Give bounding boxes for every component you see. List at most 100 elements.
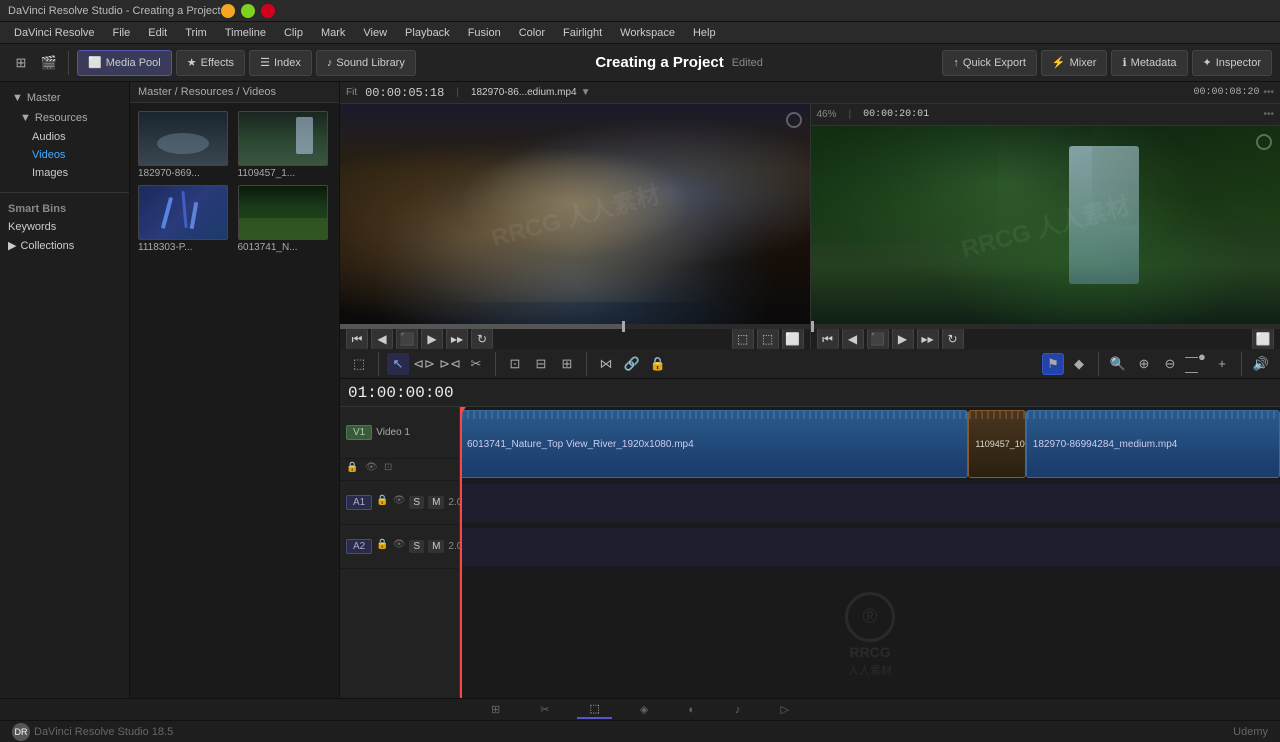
source-play-btn[interactable]: ▶ <box>421 328 443 350</box>
trim-tool-btn[interactable]: ⊲⊳ <box>413 353 435 375</box>
link-btn[interactable]: 🔗 <box>621 353 643 375</box>
tab-media[interactable]: ⊞ <box>479 701 512 718</box>
zoom-in-btn[interactable]: ⊕ <box>1133 353 1155 375</box>
menu-fusion[interactable]: Fusion <box>460 25 509 41</box>
tab-fairlight[interactable]: ♪ <box>723 702 753 718</box>
source-loop-btn[interactable]: ↻ <box>471 328 493 350</box>
source-next-frame-btn[interactable]: ▶▶ <box>446 328 468 350</box>
a2-eye-btn[interactable]: 👁 <box>393 539 406 555</box>
source-more-btn[interactable]: ••• <box>1263 87 1274 98</box>
menu-file[interactable]: File <box>105 25 139 41</box>
a1-m-btn[interactable]: M <box>428 496 444 509</box>
menu-davinci[interactable]: DaVinci Resolve <box>6 25 103 41</box>
media-thumb-2[interactable]: 1109457_1... <box>238 111 332 179</box>
tab-edit[interactable]: ⬚ <box>577 700 611 719</box>
blade-tool-btn[interactable]: ✂ <box>465 353 487 375</box>
effects-btn[interactable]: ★ Effects <box>176 50 245 76</box>
menu-color[interactable]: Color <box>511 25 553 41</box>
snap-btn[interactable]: ⋈ <box>595 353 617 375</box>
a1-eye-btn[interactable]: 👁 <box>393 495 406 511</box>
clip-river[interactable]: 6013741_Nature_Top View_River_1920x1080.… <box>460 410 968 478</box>
program-scrub-handle[interactable] <box>811 321 814 332</box>
media-pool-btn[interactable]: 🎬 <box>36 50 62 76</box>
v1-label-btn[interactable]: V1 <box>346 425 372 440</box>
program-fullscreen-btn[interactable]: ⬜ <box>1252 328 1274 350</box>
source-stop-btn[interactable]: ⬛ <box>396 328 418 350</box>
lock-btn[interactable]: 🔒 <box>647 353 669 375</box>
tab-color[interactable]: ◐ <box>676 702 707 718</box>
program-loop-btn[interactable]: ↻ <box>942 328 964 350</box>
index-btn[interactable]: ☰ Index <box>249 50 312 76</box>
media-pool-panel-btn[interactable]: ⬜ Media Pool <box>77 50 172 76</box>
a2-s-btn[interactable]: S <box>409 540 424 553</box>
replace-btn[interactable]: ⊞ <box>556 353 578 375</box>
source-scrubber[interactable] <box>340 324 810 329</box>
overwrite-btn[interactable]: ⊟ <box>530 353 552 375</box>
sidebar-item-videos[interactable]: Videos <box>4 146 125 164</box>
source-scrub-handle[interactable] <box>622 321 625 332</box>
media-thumb-4[interactable]: 6013741_N... <box>238 185 332 253</box>
program-scrubber[interactable] <box>811 324 1280 329</box>
v1-link-btn[interactable]: ⊡ <box>384 462 400 478</box>
sidebar-item-keywords[interactable]: Keywords <box>0 218 129 236</box>
program-next-frame-btn[interactable]: ▶▶ <box>917 328 939 350</box>
source-fullscreen-btn[interactable]: ⬜ <box>782 328 804 350</box>
program-prev-frame-btn[interactable]: ◀ <box>842 328 864 350</box>
a2-lock-btn[interactable]: 🔒 <box>376 539 388 555</box>
media-thumb-3[interactable]: 1118303-P... <box>138 185 232 253</box>
source-mark-in[interactable]: ⬚ <box>732 328 754 350</box>
menu-workspace[interactable]: Workspace <box>612 25 683 41</box>
menu-trim[interactable]: Trim <box>177 25 215 41</box>
source-mark-out[interactable]: ⬚ <box>757 328 779 350</box>
tab-deliver[interactable]: ▷ <box>769 701 801 718</box>
inspector-btn[interactable]: ✦ Inspector <box>1192 50 1272 76</box>
clip-right[interactable]: 182970-86994284_medium.mp4 <box>1026 410 1280 478</box>
v1-eye-btn[interactable]: 👁 <box>365 462 381 478</box>
marker-btn[interactable]: ◆ <box>1068 353 1090 375</box>
quick-export-btn[interactable]: ↑ Quick Export <box>942 50 1036 76</box>
program-stop-btn[interactable]: ⬛ <box>867 328 889 350</box>
master-group[interactable]: ▼ Master <box>4 88 125 108</box>
volume-btn[interactable]: 🔊 <box>1250 353 1272 375</box>
menu-timeline[interactable]: Timeline <box>217 25 274 41</box>
tab-cut[interactable]: ✂ <box>528 701 561 718</box>
sidebar-item-collections[interactable]: ▶ Collections <box>0 236 129 255</box>
program-play-btn[interactable]: ▶ <box>892 328 914 350</box>
a2-m-btn[interactable]: M <box>428 540 444 553</box>
flag-btn[interactable]: ⚑ <box>1042 353 1064 375</box>
dropdown-icon[interactable]: ▼ <box>581 87 591 98</box>
menu-edit[interactable]: Edit <box>140 25 175 41</box>
zoom-slider[interactable]: —●— <box>1185 353 1207 375</box>
sidebar-item-audios[interactable]: Audios <box>4 128 125 146</box>
menu-view[interactable]: View <box>355 25 395 41</box>
close-btn[interactable] <box>261 4 275 18</box>
a1-lock-btn[interactable]: 🔒 <box>376 495 388 511</box>
zoom-plus-btn[interactable]: + <box>1211 353 1233 375</box>
insert-btn[interactable]: ⊡ <box>504 353 526 375</box>
mixer-btn[interactable]: ⚡ Mixer <box>1041 50 1108 76</box>
a1-label-btn[interactable]: A1 <box>346 495 372 510</box>
media-thumb-1[interactable]: 182970-869... <box>138 111 232 179</box>
v1-lock-btn[interactable]: 🔒 <box>346 462 362 478</box>
maximize-btn[interactable] <box>241 4 255 18</box>
tab-fusion[interactable]: ◈ <box>628 701 660 718</box>
program-skip-start-btn[interactable]: ⏮ <box>817 328 839 350</box>
zoom-out-btn[interactable]: ⊖ <box>1159 353 1181 375</box>
source-skip-start-btn[interactable]: ⏮ <box>346 328 368 350</box>
clip-middle[interactable]: 1109457_100... <box>968 410 1025 478</box>
program-more-btn[interactable]: ••• <box>1263 109 1274 120</box>
a1-s-btn[interactable]: S <box>409 496 424 509</box>
menu-playback[interactable]: Playback <box>397 25 458 41</box>
menu-fairlight[interactable]: Fairlight <box>555 25 610 41</box>
sidebar-item-images[interactable]: Images <box>4 164 125 182</box>
zoom-area-btn[interactable]: 🔍 <box>1107 353 1129 375</box>
timeline-mode-btn[interactable]: ⬚ <box>348 353 370 375</box>
metadata-btn[interactable]: ℹ Metadata <box>1111 50 1187 76</box>
menu-mark[interactable]: Mark <box>313 25 353 41</box>
menu-help[interactable]: Help <box>685 25 724 41</box>
sound-library-btn[interactable]: ♪ Sound Library <box>316 50 416 76</box>
source-prev-frame-btn[interactable]: ◀ <box>371 328 393 350</box>
resources-group[interactable]: ▼ Resources <box>4 108 125 128</box>
select-tool-btn[interactable]: ↖ <box>387 353 409 375</box>
minimize-btn[interactable] <box>221 4 235 18</box>
